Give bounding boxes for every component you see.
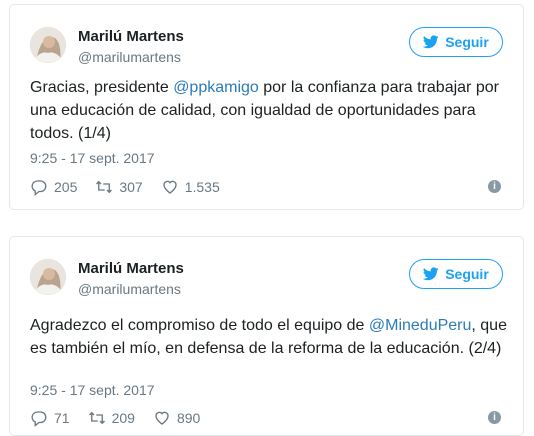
follow-label: Seguir <box>445 266 489 282</box>
retweet-icon <box>88 411 105 425</box>
mention-link[interactable]: @ppkamigo <box>173 79 259 96</box>
follow-button[interactable]: Seguir <box>409 27 503 57</box>
avatar[interactable] <box>30 27 66 63</box>
retweet-count: 209 <box>111 410 135 426</box>
tweet-actions: 71 209 890 <box>30 409 218 427</box>
heart-icon <box>163 180 177 194</box>
tweet-actions: 205 307 1.535 <box>30 178 238 196</box>
follow-label: Seguir <box>445 34 489 50</box>
bird-icon <box>423 35 439 49</box>
display-name[interactable]: Marilú Martens <box>78 28 184 45</box>
tweet-text-before: Agradezco el compromiso de todo el equip… <box>30 317 369 334</box>
timestamp[interactable]: 9:25 - 17 sept. 2017 <box>30 150 155 166</box>
user-handle[interactable]: @marilumartens <box>78 281 181 297</box>
retweet-count: 307 <box>119 179 143 195</box>
like-count: 1.535 <box>184 179 220 195</box>
retweet-button[interactable]: 307 <box>95 178 143 196</box>
timestamp[interactable]: 9:25 - 17 sept. 2017 <box>30 382 155 398</box>
like-button[interactable]: 1.535 <box>161 178 220 196</box>
follow-button[interactable]: Seguir <box>409 259 503 289</box>
mention-link[interactable]: @MineduPeru <box>369 317 472 334</box>
reply-count: 71 <box>54 410 70 426</box>
reply-icon <box>31 411 47 427</box>
tweet-text-before: Gracias, presidente <box>30 79 174 96</box>
reply-button[interactable]: 205 <box>30 178 77 196</box>
reply-button[interactable]: 71 <box>30 409 70 427</box>
info-icon[interactable]: i <box>488 411 501 424</box>
display-name[interactable]: Marilú Martens <box>78 260 184 277</box>
info-icon[interactable]: i <box>488 180 501 193</box>
heart-icon <box>155 411 169 425</box>
reply-icon <box>31 180 47 196</box>
reply-count: 205 <box>54 179 78 195</box>
like-button[interactable]: 890 <box>153 409 200 427</box>
tweet-text: Gracias, presidente @ppkamigo por la con… <box>30 76 510 145</box>
retweet-icon <box>96 180 113 194</box>
user-handle[interactable]: @marilumartens <box>78 49 181 65</box>
like-count: 890 <box>176 410 201 426</box>
tweet-card: Marilú Martens @marilumartens Seguir Gra… <box>9 4 524 210</box>
avatar[interactable] <box>30 259 66 295</box>
tweet-card: Marilú Martens @marilumartens Seguir Agr… <box>9 236 524 436</box>
bird-icon <box>423 267 439 281</box>
retweet-button[interactable]: 209 <box>88 409 135 427</box>
tweet-text: Agradezco el compromiso de todo el equip… <box>30 314 510 360</box>
